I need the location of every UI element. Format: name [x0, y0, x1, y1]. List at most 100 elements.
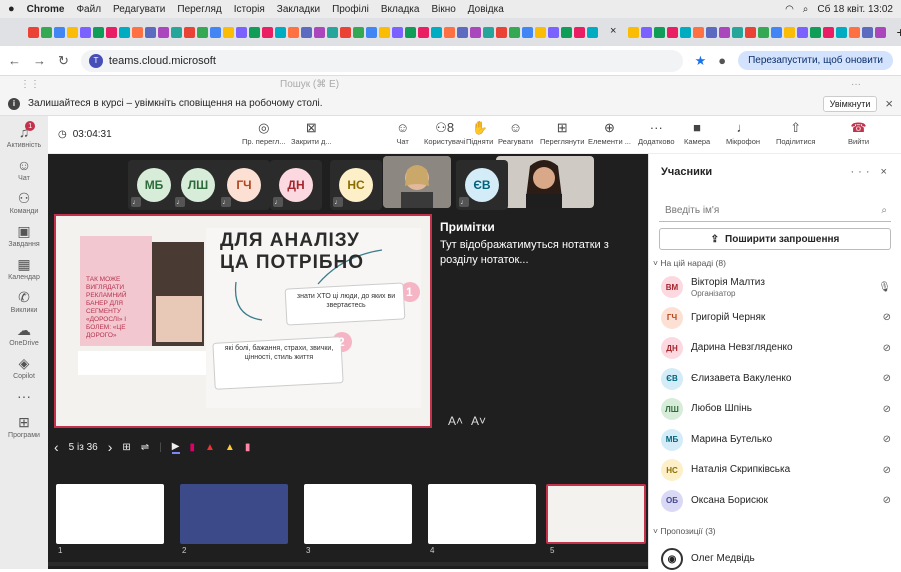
toolbar-button-1[interactable]: ⊠ Закрити д...: [291, 120, 332, 146]
tab-favicon[interactable]: [80, 26, 91, 38]
rail-item-6[interactable]: ☁ OneDrive: [9, 322, 39, 347]
tab-favicon[interactable]: [483, 26, 494, 38]
bookmark-star-icon[interactable]: ★: [695, 53, 707, 69]
menu-edit[interactable]: Редагувати: [113, 4, 165, 15]
video-tile[interactable]: [496, 156, 594, 208]
tab-favicon[interactable]: [654, 26, 666, 38]
tab-favicon[interactable]: [574, 26, 585, 38]
panel-controls[interactable]: ··· ×: [851, 166, 891, 178]
menu-bookmarks[interactable]: Закладки: [277, 4, 320, 15]
tab-favicon[interactable]: [119, 26, 130, 38]
tab-favicon[interactable]: [758, 26, 770, 38]
participant-row[interactable]: ВМ Вікторія Малтиз Організатор 🎙: [661, 274, 891, 300]
menu-help[interactable]: Довідка: [468, 4, 504, 15]
participant-row[interactable]: МБ Марина Бутелько ⊘: [661, 427, 891, 453]
site-info-icon[interactable]: T: [88, 53, 103, 68]
tab-favicon[interactable]: [145, 26, 156, 38]
thumbnail-scrollbar[interactable]: [48, 562, 648, 566]
pen-red-icon[interactable]: ▲: [205, 442, 215, 453]
font-increase-button[interactable]: A˄: [448, 414, 463, 428]
slide-thumbnail-active[interactable]: [546, 484, 646, 544]
teams-search[interactable]: Пошук (⌘ E): [280, 79, 339, 90]
tab-favicon[interactable]: [680, 26, 692, 38]
tab-favicon[interactable]: [405, 26, 416, 38]
tab-favicon[interactable]: [732, 26, 744, 38]
forward-icon[interactable]: →: [33, 53, 46, 68]
tab-favicon[interactable]: [875, 26, 887, 38]
tab-favicon[interactable]: [262, 26, 273, 38]
mic-off-icon[interactable]: ⊘: [883, 404, 891, 415]
section-in-meeting[interactable]: ˅ На цій нараді (8): [653, 258, 726, 268]
wifi-icon[interactable]: ◠: [785, 4, 794, 15]
teams-more-button[interactable]: ···: [851, 79, 861, 90]
tab-favicon[interactable]: [587, 26, 598, 38]
mic-off-icon[interactable]: ⊘: [883, 312, 891, 323]
tab-favicon[interactable]: [197, 26, 208, 38]
tab-favicon[interactable]: [470, 26, 481, 38]
video-tile[interactable]: [383, 156, 451, 208]
share-invite-button[interactable]: ⇪ Поширити запрошення: [659, 228, 891, 250]
participant-row[interactable]: ЛШ Любов Шпінь ⊘: [661, 396, 891, 422]
tab-favicon[interactable]: [509, 26, 520, 38]
tab-favicon[interactable]: [628, 26, 640, 38]
rail-item-7[interactable]: ◈ Copilot: [13, 355, 35, 380]
participant-tile[interactable]: ЛШ ♩: [172, 160, 224, 210]
participant-tile[interactable]: ЄВ ♩: [456, 160, 508, 210]
rail-item-2[interactable]: ⚇ Команди: [10, 190, 39, 215]
tab-favicon[interactable]: [849, 26, 861, 38]
tab-favicon[interactable]: [210, 26, 221, 38]
grid-view-icon[interactable]: ⊞: [122, 442, 130, 453]
tab-favicon[interactable]: [54, 26, 65, 38]
tab-favicon[interactable]: [719, 26, 731, 38]
back-icon[interactable]: ←: [8, 53, 21, 68]
participant-search-input[interactable]: Введіть ім'я ⌕: [659, 200, 891, 222]
toolbar-button-9[interactable]: ■ Камера: [684, 120, 710, 146]
menu-history[interactable]: Історія: [234, 4, 265, 15]
eraser-pink-icon[interactable]: ▮: [245, 442, 251, 453]
participant-tile[interactable]: НС ♩: [330, 160, 382, 210]
tab-favicon[interactable]: [314, 26, 325, 38]
tab-favicon[interactable]: [693, 26, 705, 38]
tab-favicon[interactable]: [745, 26, 757, 38]
toolbar-button-4[interactable]: ✋ Підняти: [466, 120, 493, 146]
tab-favicon[interactable]: [561, 26, 572, 38]
rail-item-8[interactable]: ···: [17, 388, 31, 406]
menu-window[interactable]: Вікно: [431, 4, 455, 15]
tab-favicon[interactable]: [223, 26, 234, 38]
tab-favicon[interactable]: [288, 26, 299, 38]
tab-favicon[interactable]: [41, 26, 52, 38]
tab-favicon[interactable]: [444, 26, 455, 38]
participant-tile[interactable]: ДН ♩: [270, 160, 322, 210]
rail-item-4[interactable]: ▦ Календар: [8, 256, 40, 281]
toolbar-button-6[interactable]: ⊞ Переглянути: [540, 120, 584, 146]
mic-off-icon[interactable]: ⊘: [883, 434, 891, 445]
toolbar-button-8[interactable]: ··· Додатково: [638, 120, 675, 146]
menu-tab[interactable]: Вкладка: [381, 4, 420, 15]
menu-app-name[interactable]: Chrome: [27, 4, 65, 15]
suggestion-row[interactable]: ◉ Олег Медвідь: [661, 546, 891, 572]
rail-item-9[interactable]: ⊞ Програми: [8, 414, 40, 439]
font-decrease-button[interactable]: A˅: [471, 414, 486, 428]
toolbar-button-11[interactable]: ⇧ Поділитися: [776, 120, 815, 146]
menu-file[interactable]: Файл: [76, 4, 101, 15]
mic-off-icon[interactable]: ⊘: [883, 495, 891, 506]
tab-favicon[interactable]: [366, 26, 377, 38]
tab-favicon[interactable]: [522, 26, 533, 38]
tab-favicon[interactable]: [249, 26, 260, 38]
rail-item-0[interactable]: ♫ 1 Активність: [7, 121, 41, 149]
tab-favicon[interactable]: [236, 26, 247, 38]
tab-favicon[interactable]: [706, 26, 718, 38]
apple-icon[interactable]: ●: [8, 3, 15, 15]
slide-thumbnail[interactable]: [56, 484, 164, 544]
menu-view[interactable]: Перегляд: [177, 4, 221, 15]
tab-favicon[interactable]: [67, 26, 78, 38]
tab-favicon[interactable]: [431, 26, 442, 38]
participant-tile[interactable]: ГЧ ♩: [218, 160, 270, 210]
participant-row[interactable]: НС Наталія Скрипківська ⊘: [661, 457, 891, 483]
tab-favicon[interactable]: [132, 26, 143, 38]
shared-slide[interactable]: ДЛЯ АНАЛІЗУ ЦА ПОТРІБНО ТАК МОЖЕ ВИГЛЯДА…: [54, 214, 432, 428]
tab-favicon[interactable]: [797, 26, 809, 38]
toolbar-button-5[interactable]: ☺ Реагувати: [498, 120, 533, 146]
tab-favicon[interactable]: [327, 26, 338, 38]
tab-favicon[interactable]: [823, 26, 835, 38]
